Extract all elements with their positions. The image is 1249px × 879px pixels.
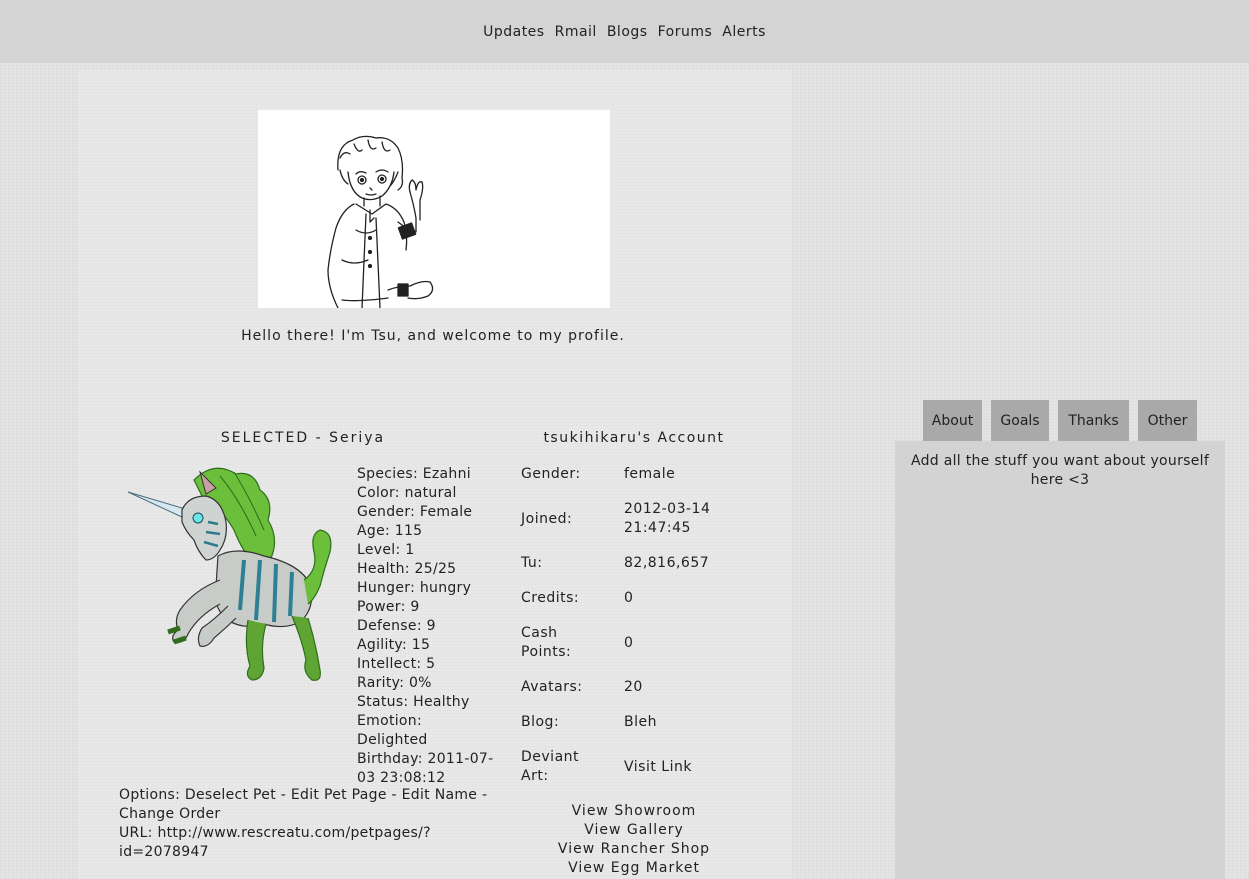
view-egg-market-link[interactable]: View Egg Market bbox=[540, 859, 728, 878]
view-rancher-shop-link[interactable]: View Rancher Shop bbox=[540, 840, 728, 859]
account-label: Joined: bbox=[521, 510, 573, 527]
account-value: 20 bbox=[624, 679, 643, 695]
pet-intellect: Intellect: 5 bbox=[357, 656, 436, 672]
nav-forums-link[interactable]: Forums bbox=[658, 24, 713, 40]
account-value: 0 bbox=[624, 634, 634, 651]
account-value: 0 bbox=[624, 590, 634, 606]
nav-updates-link[interactable]: Updates bbox=[483, 24, 545, 40]
pet-stats-list: Species: Ezahni Color: natural Gender: F… bbox=[357, 465, 497, 788]
account-row-cash-points: Cash Points: 0 bbox=[521, 624, 721, 662]
pet-level: Level: 1 bbox=[357, 542, 415, 558]
pet-health: Health: 25/25 bbox=[357, 561, 457, 577]
account-label: Gender: bbox=[521, 466, 581, 482]
anime-character-sketch bbox=[327, 135, 434, 309]
account-label: Blog: bbox=[521, 714, 560, 730]
account-value: female bbox=[624, 466, 676, 482]
deviantart-visit-link[interactable]: Visit Link bbox=[624, 758, 721, 777]
pet-options-label: Options: bbox=[119, 787, 181, 803]
change-order-link[interactable]: Change Order bbox=[119, 806, 220, 822]
pet-color: Color: natural bbox=[357, 485, 457, 501]
options-separator: - bbox=[391, 787, 397, 803]
account-value: 2012-03-14 21:47:45 bbox=[624, 501, 711, 536]
pet-rarity: Rarity: 0% bbox=[357, 675, 432, 691]
nav-alerts-link[interactable]: Alerts bbox=[722, 24, 766, 40]
account-row-blog: Blog: Bleh bbox=[521, 713, 721, 732]
account-row-gender: Gender: female bbox=[521, 465, 721, 484]
about-panel: Add all the stuff you want about yoursel… bbox=[895, 441, 1225, 879]
pet-gender: Gender: Female bbox=[357, 504, 473, 520]
pet-url-label: URL: bbox=[119, 825, 153, 841]
nav-rmail-link[interactable]: Rmail bbox=[555, 24, 597, 40]
top-nav-bar: Updates Rmail Blogs Forums Alerts bbox=[0, 0, 1249, 63]
profile-banner-image bbox=[258, 110, 610, 309]
account-title: tsukihikaru's Account bbox=[543, 430, 725, 446]
options-separator: - bbox=[481, 787, 488, 803]
account-label: Avatars: bbox=[521, 679, 583, 695]
account-links: View Showroom View Gallery View Rancher … bbox=[540, 802, 728, 878]
edit-pet-page-link[interactable]: Edit Pet Page bbox=[291, 787, 387, 803]
pet-defense: Defense: 9 bbox=[357, 618, 436, 634]
profile-welcome-text: Hello there! I'm Tsu, and welcome to my … bbox=[241, 328, 625, 344]
pet-url[interactable]: http://www.rescreatu.com/petpages/?id=20… bbox=[119, 825, 431, 860]
account-row-avatars: Avatars: 20 bbox=[521, 678, 721, 697]
nav-blogs-link[interactable]: Blogs bbox=[607, 24, 648, 40]
pet-status: Status: Healthy bbox=[357, 694, 470, 710]
account-label: Tu: bbox=[521, 555, 543, 571]
account-value[interactable]: Bleh bbox=[624, 713, 721, 732]
view-gallery-link[interactable]: View Gallery bbox=[540, 821, 728, 840]
pet-options: Options: Deselect Pet - Edit Pet Page - … bbox=[119, 786, 499, 862]
account-row-joined: Joined: 2012-03-14 21:47:45 bbox=[521, 500, 721, 538]
pet-hunger: Hunger: hungry bbox=[357, 580, 472, 596]
view-showroom-link[interactable]: View Showroom bbox=[540, 802, 728, 821]
pet-birthday: Birthday: 2011-07-03 23:08:12 bbox=[357, 751, 494, 786]
pet-age: Age: 115 bbox=[357, 523, 423, 539]
account-info-table: Gender: female Joined: 2012-03-14 21:47:… bbox=[521, 465, 721, 786]
account-label: Deviant Art: bbox=[521, 749, 580, 784]
options-separator: - bbox=[280, 787, 287, 803]
tab-thanks[interactable]: Thanks bbox=[1058, 400, 1129, 441]
account-row-credits: Credits: 0 bbox=[521, 589, 721, 608]
about-text: Add all the stuff you want about yoursel… bbox=[910, 453, 1210, 488]
account-row-deviantart: Deviant Art: Visit Link bbox=[521, 748, 721, 786]
account-label: Cash Points: bbox=[521, 625, 572, 660]
pet-agility: Agility: 15 bbox=[357, 637, 431, 653]
tab-about[interactable]: About bbox=[923, 400, 982, 441]
pet-emotion: Emotion: Delighted bbox=[357, 713, 428, 748]
account-label: Credits: bbox=[521, 590, 580, 606]
pet-power: Power: 9 bbox=[357, 599, 420, 615]
edit-name-link[interactable]: Edit Name bbox=[402, 787, 478, 803]
pet-species: Species: Ezahni bbox=[357, 466, 471, 482]
deselect-pet-link[interactable]: Deselect Pet bbox=[185, 787, 276, 803]
selected-pet-title: SELECTED - Seriya bbox=[220, 430, 386, 446]
tab-other[interactable]: Other bbox=[1138, 400, 1197, 441]
account-row-tu: Tu: 82,816,657 bbox=[521, 554, 721, 573]
account-value: 82,816,657 bbox=[624, 555, 710, 571]
tab-goals[interactable]: Goals bbox=[991, 400, 1049, 441]
pet-image bbox=[124, 460, 334, 690]
unicorn-creature-icon bbox=[127, 467, 332, 681]
